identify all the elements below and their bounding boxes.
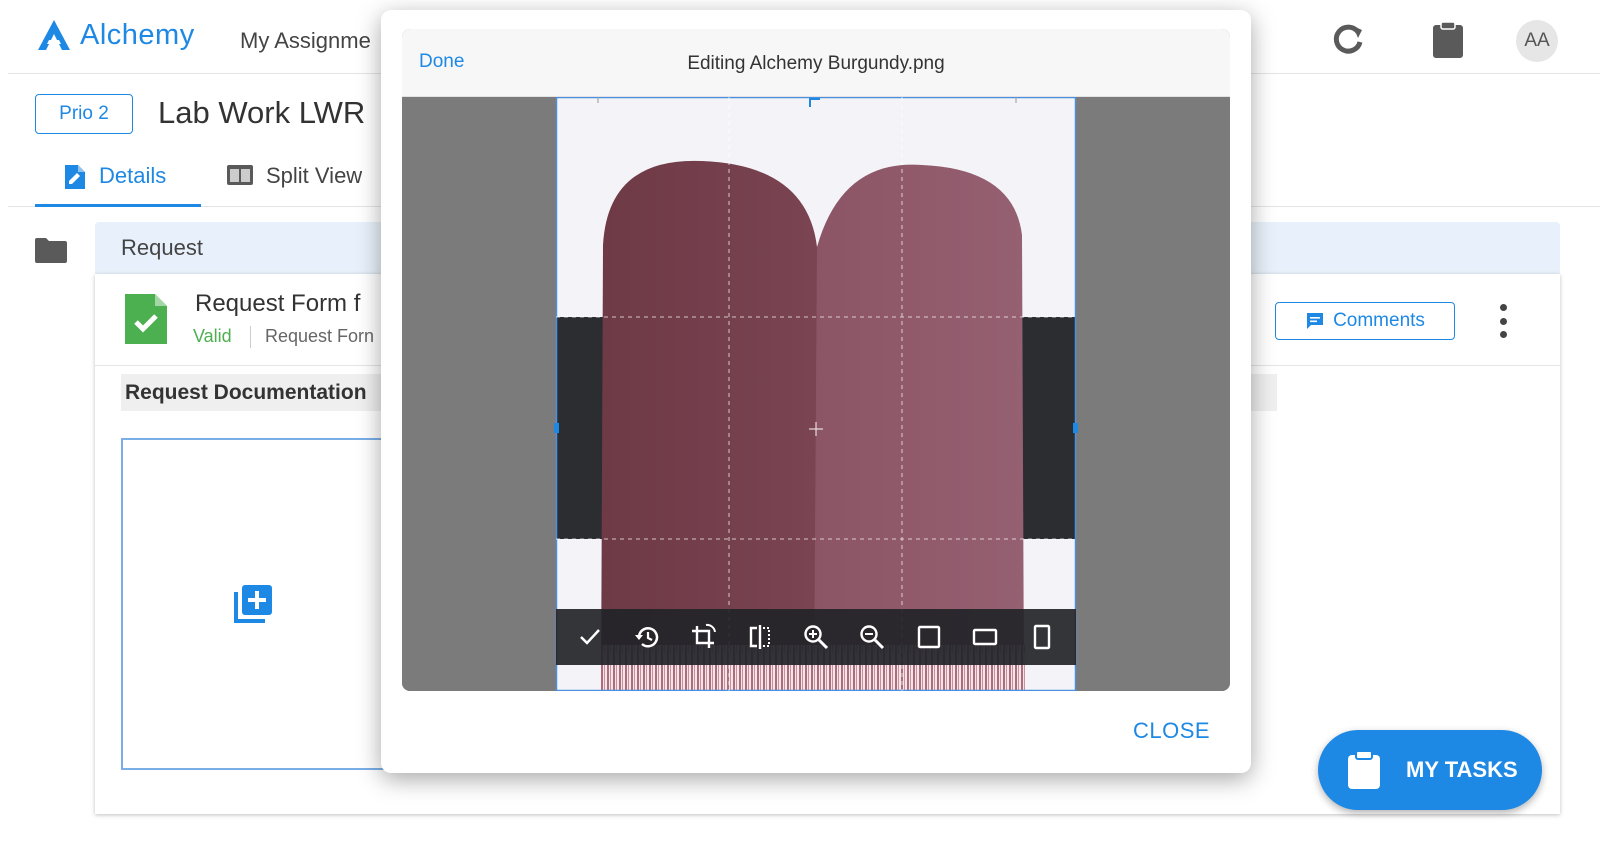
alchemy-logo-icon <box>38 20 70 50</box>
close-button[interactable]: CLOSE <box>1133 718 1210 744</box>
zoom-in-icon[interactable] <box>796 617 836 657</box>
tab-split-view-label: Split View <box>266 163 363 188</box>
split-view-icon <box>227 165 253 185</box>
burgundy-swatch-image <box>554 97 1078 691</box>
comment-icon <box>1307 313 1324 329</box>
documentation-label: Request Documentation <box>125 381 367 404</box>
form-subtitle: Request Forn <box>265 326 375 346</box>
reset-history-icon[interactable] <box>627 617 667 657</box>
tab-details[interactable]: Details <box>35 163 201 207</box>
priority-badge[interactable]: Prio 2 <box>35 94 133 134</box>
zoom-out-icon[interactable] <box>852 617 892 657</box>
add-image-icon[interactable] <box>233 582 275 624</box>
nav-my-assignments[interactable]: My Assignme <box>240 28 371 54</box>
apply-crop-icon[interactable] <box>570 617 610 657</box>
folder-icon <box>35 238 67 263</box>
refresh-icon[interactable] <box>1328 20 1368 60</box>
more-options-icon[interactable] <box>1493 304 1513 338</box>
clipboard-icon <box>1348 750 1380 789</box>
status-badge: Valid <box>193 326 232 346</box>
aspect-square-icon[interactable] <box>909 617 949 657</box>
tab-split-view[interactable]: Split View <box>226 163 362 207</box>
page-title: Lab Work LWR <box>158 95 366 130</box>
editor-header: Done Editing Alchemy Burgundy.png <box>402 29 1230 97</box>
comments-label: Comments <box>1333 310 1425 331</box>
tab-details-label: Details <box>99 163 167 188</box>
user-avatar[interactable]: AA <box>1516 20 1558 62</box>
aspect-landscape-icon[interactable] <box>965 617 1005 657</box>
brand-name: Alchemy <box>80 18 195 51</box>
comments-button[interactable]: Comments <box>1275 302 1455 340</box>
form-title[interactable]: Request Form f <box>195 290 360 318</box>
aspect-portrait-icon[interactable] <box>1022 617 1062 657</box>
valid-document-icon <box>125 294 167 344</box>
upload-dropzone[interactable] <box>121 438 421 770</box>
crop-canvas[interactable] <box>402 97 1230 691</box>
edit-document-icon <box>65 165 85 189</box>
rotate-crop-icon[interactable] <box>683 617 723 657</box>
my-tasks-button[interactable]: MY TASKS <box>1318 730 1542 810</box>
editor-title: Editing Alchemy Burgundy.png <box>687 53 945 74</box>
flip-horizontal-icon[interactable] <box>740 617 780 657</box>
my-tasks-label: MY TASKS <box>1406 757 1518 782</box>
clipboard-icon[interactable] <box>1430 20 1466 60</box>
image-editor: Done Editing Alchemy Burgundy.png <box>402 29 1230 691</box>
divider <box>250 326 251 348</box>
section-label: Request <box>121 235 203 260</box>
editor-toolbar <box>556 609 1076 665</box>
brand-logo[interactable]: Alchemy <box>36 18 195 52</box>
image-editor-dialog: Done Editing Alchemy Burgundy.png CLOSE <box>381 10 1251 773</box>
